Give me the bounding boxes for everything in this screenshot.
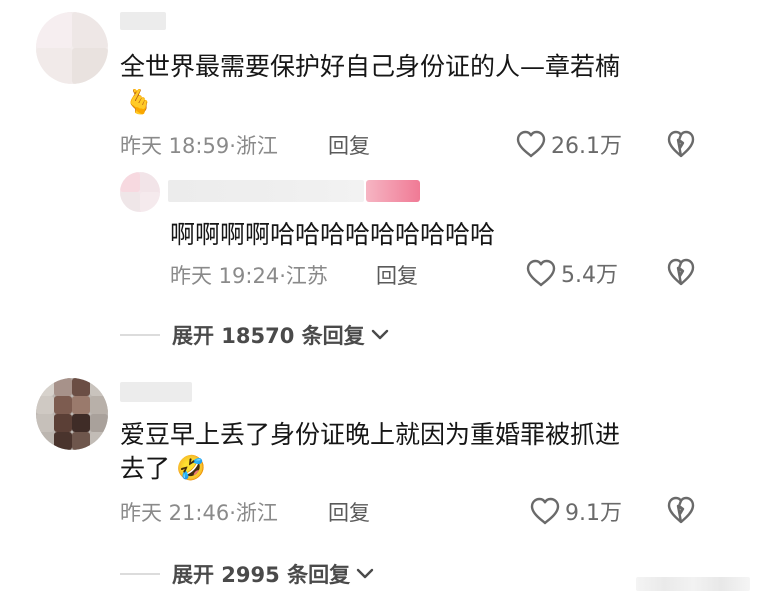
dislike-button[interactable] [667,130,695,158]
comment-text-line-1: 爱豆早上丢了身份证晚上就因为重婚罪被抓进 [120,420,621,449]
like-count: 5.4万 [561,263,618,288]
comment-time: 昨天 21:46 [120,501,230,525]
reply-meta: 昨天 19:24·江苏 [170,264,328,288]
username-redacted[interactable] [120,12,166,30]
reply-location: 江苏 [285,264,328,288]
expand-replies-button[interactable]: 展开 2995 条回复 [172,559,374,589]
username-redacted[interactable] [120,382,192,402]
reply-button[interactable]: 回复 [376,260,418,290]
emoji: 🫰 [124,88,154,116]
author-badge-redacted [366,180,420,202]
emoji: 🤣 [176,454,206,482]
comment-meta: 昨天 21:46·浙江 [120,501,278,525]
watermark-redacted [636,574,750,594]
comment-location: 浙江 [235,134,278,158]
avatar[interactable] [36,12,108,84]
username-redacted[interactable] [168,180,364,202]
comment-text: 全世界最需要保护好自己身份证的人—章若楠 [120,52,621,81]
chevron-down-icon [371,329,388,340]
heart-outline-icon [526,259,556,287]
expand-label: 展开 18570 条回复 [172,324,365,348]
like-count: 9.1万 [565,501,622,526]
divider [120,573,160,575]
comment-meta: 昨天 18:59·浙江 [120,134,278,158]
expand-replies-button[interactable]: 展开 18570 条回复 [172,320,389,350]
heart-outline-icon [530,497,560,525]
reply-button[interactable]: 回复 [328,497,370,527]
heart-outline-icon [516,130,546,158]
chevron-down-icon [356,568,374,579]
broken-heart-icon [667,258,695,286]
expand-label: 展开 2995 条回复 [172,563,351,587]
like-button[interactable]: 26.1万 [516,128,622,160]
broken-heart-icon [667,496,695,524]
like-button[interactable]: 5.4万 [526,257,618,289]
like-count: 26.1万 [551,134,622,159]
comment-time: 昨天 18:59 [120,134,230,158]
avatar[interactable] [120,172,160,212]
divider [120,334,160,336]
reply-button[interactable]: 回复 [328,130,370,160]
like-button[interactable]: 9.1万 [530,495,622,527]
dislike-button[interactable] [667,496,695,524]
dislike-button[interactable] [667,258,695,286]
comment-location: 浙江 [235,501,278,525]
avatar[interactable] [36,378,108,450]
comment-text-line-2: 去了 [120,454,171,483]
reply-text: 啊啊啊啊哈哈哈哈哈哈哈哈哈 [170,220,496,249]
broken-heart-icon [667,130,695,158]
reply-time: 昨天 19:24 [170,264,280,288]
